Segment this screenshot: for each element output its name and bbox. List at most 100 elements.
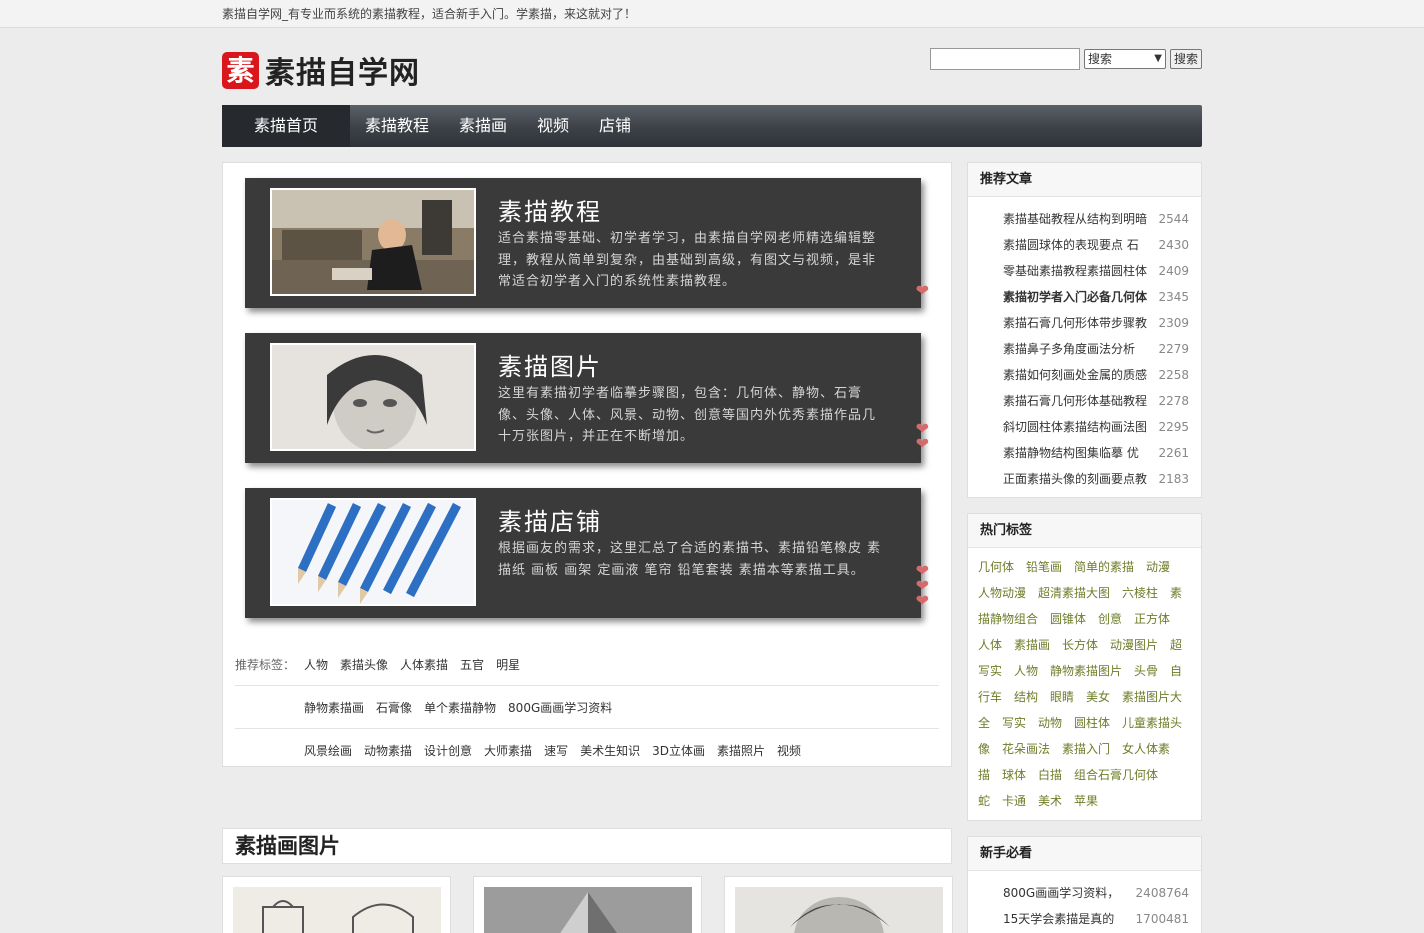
article-title[interactable]: 素描静物结构图集临摹 优 bbox=[1003, 440, 1153, 466]
tag-link[interactable]: 设计创意 bbox=[424, 742, 472, 759]
recommend-tags: 推荐标签： 人物 素描头像 人体素描 五官 明星 静物素描画 石膏像 单个素描静… bbox=[235, 643, 939, 772]
tag-link[interactable]: 石膏像 bbox=[376, 699, 412, 716]
article-title[interactable]: 800G画画学习资料， bbox=[1003, 880, 1153, 906]
hot-tag-line[interactable]: 写实 人物 静物素描图片 头骨 自 bbox=[978, 658, 1191, 684]
heart-icons: ❤ ❤ bbox=[915, 421, 929, 453]
gallery-image[interactable] bbox=[735, 887, 943, 933]
article-title[interactable]: 斜切圆柱体素描结构画法图 bbox=[1003, 414, 1153, 440]
recommended-articles: 推荐文章 素描基础教程从结构到明暗 2544 素描圆球体的表现要点 石 2430 零… bbox=[967, 162, 1202, 498]
feature-image-shop[interactable] bbox=[270, 498, 476, 606]
tag-link[interactable]: 人体素描 bbox=[400, 656, 448, 673]
article-count: 2279 bbox=[1158, 342, 1189, 356]
article-title[interactable]: 素描圆球体的表现要点 石 bbox=[1003, 232, 1153, 258]
hot-tag-line[interactable]: 描静物组合 圆锥体 创意 正方体 bbox=[978, 606, 1191, 632]
nav-item-videos[interactable]: 视频 bbox=[522, 105, 584, 147]
feature-title-pictures: 素描图片 bbox=[498, 353, 602, 381]
article-title[interactable]: 素描石膏几何形体基础教程 bbox=[1003, 388, 1153, 414]
feature-image-pictures[interactable] bbox=[270, 343, 476, 451]
article-item[interactable]: 15天学会素描是真的 1700481 bbox=[968, 906, 1201, 932]
recommended-title: 推荐文章 bbox=[968, 163, 1201, 197]
article-title[interactable]: 素描初学者入门必备几何体 bbox=[1003, 284, 1153, 310]
tag-row: 推荐标签： 人物 素描头像 人体素描 五官 明星 bbox=[235, 643, 939, 686]
tag-link[interactable]: 人物 bbox=[304, 656, 328, 673]
nav-item-tutorials[interactable]: 素描教程 bbox=[350, 105, 444, 147]
search-type-select[interactable]: 搜索 ▼ bbox=[1083, 49, 1166, 69]
tag-link[interactable]: 素描照片 bbox=[717, 742, 765, 759]
article-count: 2295 bbox=[1158, 420, 1189, 434]
newbie-title: 新手必看 bbox=[968, 837, 1201, 871]
feature-image-tutorials[interactable] bbox=[270, 188, 476, 296]
tag-link[interactable]: 单个素描静物 bbox=[424, 699, 496, 716]
hot-tag-line[interactable]: 行车 结构 眼睛 美女 素描图片大 bbox=[978, 684, 1191, 710]
gallery-card[interactable] bbox=[724, 876, 953, 933]
tag-link[interactable]: 3D立体画 bbox=[652, 742, 705, 759]
article-count: 2183 bbox=[1158, 472, 1189, 486]
article-title[interactable]: 素描基础教程从结构到明暗 bbox=[1003, 206, 1153, 232]
nav-item-shop[interactable]: 店铺 bbox=[584, 105, 646, 147]
article-title[interactable]: 素描石膏几何形体带步骤教 bbox=[1003, 310, 1153, 336]
tag-link[interactable]: 速写 bbox=[544, 742, 568, 759]
article-title[interactable]: 素描鼻子多角度画法分析 bbox=[1003, 336, 1153, 362]
article-item[interactable]: 素描圆球体的表现要点 石 2430 bbox=[968, 232, 1201, 258]
article-title[interactable]: 零基础素描教程素描圆柱体 bbox=[1003, 258, 1153, 284]
tag-row: 静物素描画 石膏像 单个素描静物 800G画画学习资料 bbox=[235, 686, 939, 729]
gallery-image[interactable] bbox=[484, 887, 692, 933]
article-item[interactable]: 素描石膏几何形体基础教程 2278 bbox=[968, 388, 1201, 414]
article-item[interactable]: 零基础素描教程素描圆柱体 2409 bbox=[968, 258, 1201, 284]
tag-link[interactable]: 美术生知识 bbox=[580, 742, 640, 759]
search-button[interactable]: 搜索 bbox=[1169, 49, 1202, 69]
site-logo[interactable]: 素 素描自学网 bbox=[222, 48, 420, 92]
tag-link[interactable]: 大师素描 bbox=[484, 742, 532, 759]
article-item[interactable]: 正面素描头像的刻画要点教 2183 bbox=[968, 466, 1201, 492]
hot-tag-line[interactable]: 全 写实 动物 圆柱体 儿童素描头 bbox=[978, 710, 1191, 736]
tag-link[interactable]: 明星 bbox=[496, 656, 520, 673]
hot-tag-line[interactable]: 蛇 卡通 美术 苹果 bbox=[978, 788, 1191, 814]
gallery-card[interactable] bbox=[222, 876, 451, 933]
search-bar: 搜索 ▼ 搜索 bbox=[929, 48, 1202, 70]
gallery-title: 素描画图片 bbox=[222, 828, 952, 864]
article-item[interactable]: 素描基础教程从结构到明暗 2544 bbox=[968, 206, 1201, 232]
feature-panel: 素描教程 适合素描零基础、初学者学习，由素描自学网老师精选编辑整理，教程从简单到… bbox=[222, 162, 952, 767]
article-item[interactable]: 800G画画学习资料， 2408764 bbox=[968, 880, 1201, 906]
tag-link[interactable]: 五官 bbox=[460, 656, 484, 673]
article-title[interactable]: 素描如何刻画处金属的质感 bbox=[1003, 362, 1153, 388]
hot-tag-line[interactable]: 人物动漫 超清素描大图 六棱柱 素 bbox=[978, 580, 1191, 606]
article-title[interactable]: 正面素描头像的刻画要点教 bbox=[1003, 466, 1153, 492]
nav-item-drawings[interactable]: 素描画 bbox=[444, 105, 522, 147]
article-item[interactable]: 斜切圆柱体素描结构画法图 2295 bbox=[968, 414, 1201, 440]
article-item[interactable]: 素描石膏几何形体带步骤教 2309 bbox=[968, 310, 1201, 336]
header: 素 素描自学网 搜索 ▼ 搜索 bbox=[222, 28, 1202, 105]
feature-desc-shop: 根据画友的需求，这里汇总了合适的素描书、素描铅笔橡皮 素描纸 画板 画架 定画液… bbox=[498, 541, 882, 578]
heart-icons: ❤ ❤ ❤ bbox=[915, 563, 929, 610]
article-item[interactable]: 素描静物结构图集临摹 优 2261 bbox=[968, 440, 1201, 466]
feature-card-shop[interactable]: 素描店铺 根据画友的需求，这里汇总了合适的素描书、素描铅笔橡皮 素描纸 画板 画… bbox=[245, 488, 929, 618]
gallery-image[interactable] bbox=[233, 887, 441, 933]
search-input[interactable] bbox=[929, 48, 1080, 70]
article-item[interactable]: 素描如何刻画处金属的质感 2258 bbox=[968, 362, 1201, 388]
feature-card-pictures[interactable]: 素描图片 这里有素描初学者临摹步骤图，包含：几何体、静物、石膏像、头像、人体、风… bbox=[245, 333, 929, 463]
tag-link[interactable]: 800G画画学习资料 bbox=[508, 699, 612, 716]
hot-tag-line[interactable]: 人体 素描画 长方体 动漫图片 超 bbox=[978, 632, 1191, 658]
tag-link[interactable]: 动物素描 bbox=[364, 742, 412, 759]
tag-row: 风景绘画 动物素描 设计创意 大师素描 速写 美术生知识 3D立体画 素描照片 … bbox=[235, 729, 939, 772]
article-title[interactable]: 15天学会素描是真的 bbox=[1003, 906, 1153, 932]
hot-tag-line[interactable]: 描 球体 白描 组合石膏几何体 bbox=[978, 762, 1191, 788]
tag-link[interactable]: 素描头像 bbox=[340, 656, 388, 673]
gallery-card[interactable] bbox=[473, 876, 702, 933]
heart-icon: ❤ bbox=[915, 434, 929, 453]
article-count: 2345 bbox=[1158, 290, 1189, 304]
article-item[interactable]: 素描鼻子多角度画法分析 2279 bbox=[968, 336, 1201, 362]
feature-card-tutorials[interactable]: 素描教程 适合素描零基础、初学者学习，由素描自学网老师精选编辑整理，教程从简单到… bbox=[245, 178, 929, 308]
tag-link[interactable]: 静物素描画 bbox=[304, 699, 364, 716]
article-item[interactable]: 素描初学者入门必备几何体 2345 bbox=[968, 284, 1201, 310]
feature-desc-tutorials: 适合素描零基础、初学者学习，由素描自学网老师精选编辑整理，教程从简单到复杂，由基… bbox=[498, 231, 877, 289]
heart-icon: ❤ bbox=[915, 281, 929, 300]
logo-text: 素描自学网 bbox=[265, 56, 420, 91]
tag-link[interactable]: 风景绘画 bbox=[304, 742, 352, 759]
hot-tag-line[interactable]: 几何体 铅笔画 简单的素描 动漫 bbox=[978, 554, 1191, 580]
tag-link[interactable]: 视频 bbox=[777, 742, 801, 759]
nav-item-home[interactable]: 素描首页 bbox=[222, 105, 350, 147]
hot-tag-line[interactable]: 像 花朵画法 素描入门 女人体素 bbox=[978, 736, 1191, 762]
heart-icon: ❤ bbox=[915, 591, 929, 610]
article-count: 1700481 bbox=[1135, 912, 1189, 926]
